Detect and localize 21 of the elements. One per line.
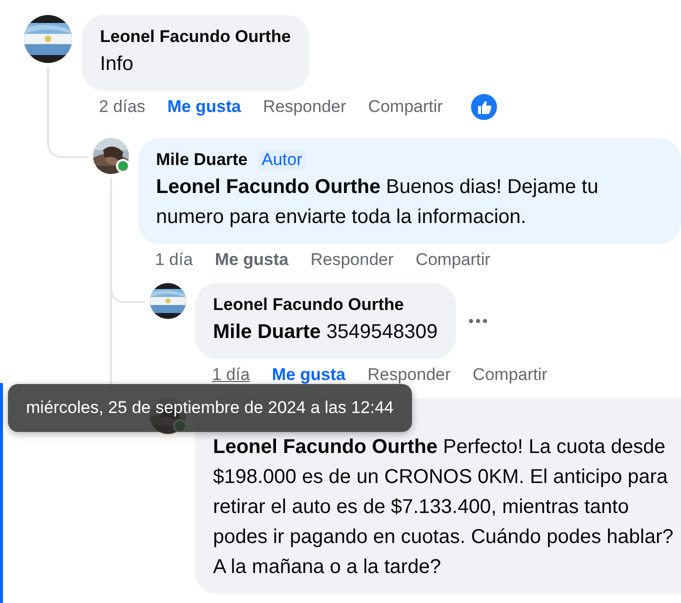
- comment-text: Leonel Facundo Ourthe Perfecto! La cuota desde $198.000 es de un CRONOS 0KM. El anticipo para retirar el auto es de $7.133.400, mientras tanto podes ir pagando en cuotas. Cuándo podes hablar? A la mañana o a la tarde?: [213, 435, 674, 580]
- like-link[interactable]: Me gusta: [167, 97, 241, 117]
- timestamp-link[interactable]: 1 día: [212, 365, 250, 385]
- reply-link[interactable]: Responder: [368, 365, 451, 385]
- author-tag: Autor: [258, 150, 306, 170]
- share-link[interactable]: Compartir: [416, 250, 490, 270]
- author-name[interactable]: Leonel Facundo Ourthe: [213, 295, 404, 315]
- date-tooltip: miércoles, 25 de septiembre de 2024 a las 12:44: [8, 384, 412, 432]
- comment-text: Leonel Facundo Ourthe Buenos dias! Dejame tu numero para enviarte toda la informacion.: [156, 175, 600, 230]
- comment-text: Info: [100, 52, 134, 77]
- comment-text: Mile Duarte 3549548309: [213, 320, 438, 345]
- author-name[interactable]: Leonel Facundo Ourthe: [100, 27, 291, 47]
- share-link[interactable]: Compartir: [472, 365, 548, 385]
- reply-link[interactable]: Responder: [310, 250, 394, 270]
- timestamp-link[interactable]: 1 día: [155, 250, 193, 270]
- like-link[interactable]: Me gusta: [214, 250, 288, 270]
- like-link[interactable]: Me gusta: [272, 365, 346, 385]
- timestamp-link[interactable]: 2 días: [99, 97, 146, 117]
- share-link[interactable]: Compartir: [368, 97, 443, 117]
- reply-link[interactable]: Responder: [263, 97, 346, 117]
- author-name[interactable]: Mile Duarte: [156, 150, 248, 170]
